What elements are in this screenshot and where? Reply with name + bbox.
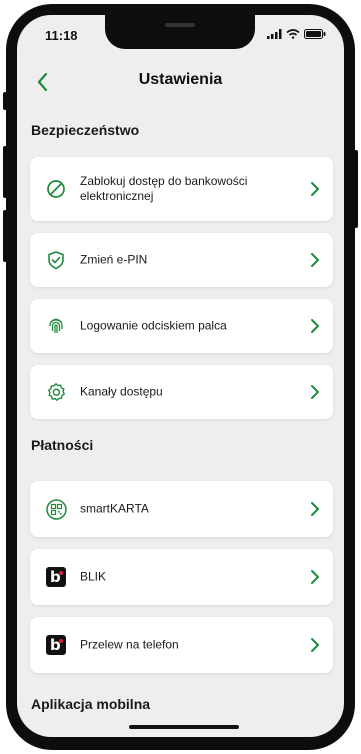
- settings-item-label: Zablokuj dostęp do bankowości elektronic…: [80, 174, 248, 203]
- wifi-icon: [286, 29, 300, 39]
- page-title: Ustawienia: [138, 71, 223, 88]
- section-title-security: Bezpieczeństwo: [31, 122, 140, 138]
- notch: [105, 15, 255, 49]
- settings-item-label: Zmień e-PIN: [80, 252, 148, 267]
- blik-icon: b: [45, 566, 67, 588]
- settings-item-smartkarta[interactable]: smartKARTA: [30, 481, 333, 537]
- chevron-right-icon: [311, 319, 319, 333]
- side-button-volume-up: [3, 146, 7, 198]
- qr-code-icon: [45, 498, 67, 520]
- section-title-payments: Płatności: [31, 437, 94, 453]
- chevron-right-icon: [311, 502, 319, 516]
- side-button-power: [354, 150, 358, 228]
- battery-icon: [304, 29, 326, 39]
- nav-bar: Ustawienia: [17, 65, 344, 99]
- settings-item-block-access[interactable]: Zablokuj dostęp do bankowości elektronic…: [30, 157, 333, 221]
- chevron-right-icon: [311, 253, 319, 267]
- chevron-right-icon: [311, 570, 319, 584]
- settings-item-blik[interactable]: b BLIK: [30, 549, 333, 605]
- home-indicator[interactable]: [129, 725, 239, 729]
- gear-icon: [45, 381, 67, 403]
- section-title-mobile-app: Aplikacja mobilna: [31, 696, 151, 712]
- settings-item-label: Kanały dostępu: [80, 384, 163, 399]
- blik-icon: b: [45, 634, 67, 656]
- settings-item-label: smartKARTA: [80, 501, 149, 516]
- settings-item-label: BLIK: [80, 569, 107, 584]
- settings-item-phone-transfer[interactable]: b Przelew na telefon: [30, 617, 333, 673]
- chevron-right-icon: [311, 385, 319, 399]
- chevron-right-icon: [311, 182, 319, 196]
- settings-item-fingerprint-login[interactable]: Logowanie odciskiem palca: [30, 299, 333, 353]
- side-button-volume-down: [3, 210, 7, 262]
- app-screen: 11:18 Ustawienia Bezpieczeństwo Zablokuj…: [17, 15, 344, 737]
- block-icon: [45, 178, 67, 200]
- settings-item-label: Logowanie odciskiem palca: [80, 318, 227, 333]
- shield-check-icon: [45, 249, 67, 271]
- signal-icon: [267, 29, 282, 39]
- settings-item-label: Przelew na telefon: [80, 637, 179, 652]
- status-time: 11:18: [45, 28, 78, 43]
- fingerprint-icon: [45, 315, 67, 337]
- settings-item-change-epin[interactable]: Zmień e-PIN: [30, 233, 333, 287]
- side-button-mute: [3, 92, 7, 110]
- chevron-right-icon: [311, 638, 319, 652]
- status-icons: [267, 29, 326, 39]
- settings-item-access-channels[interactable]: Kanały dostępu: [30, 365, 333, 419]
